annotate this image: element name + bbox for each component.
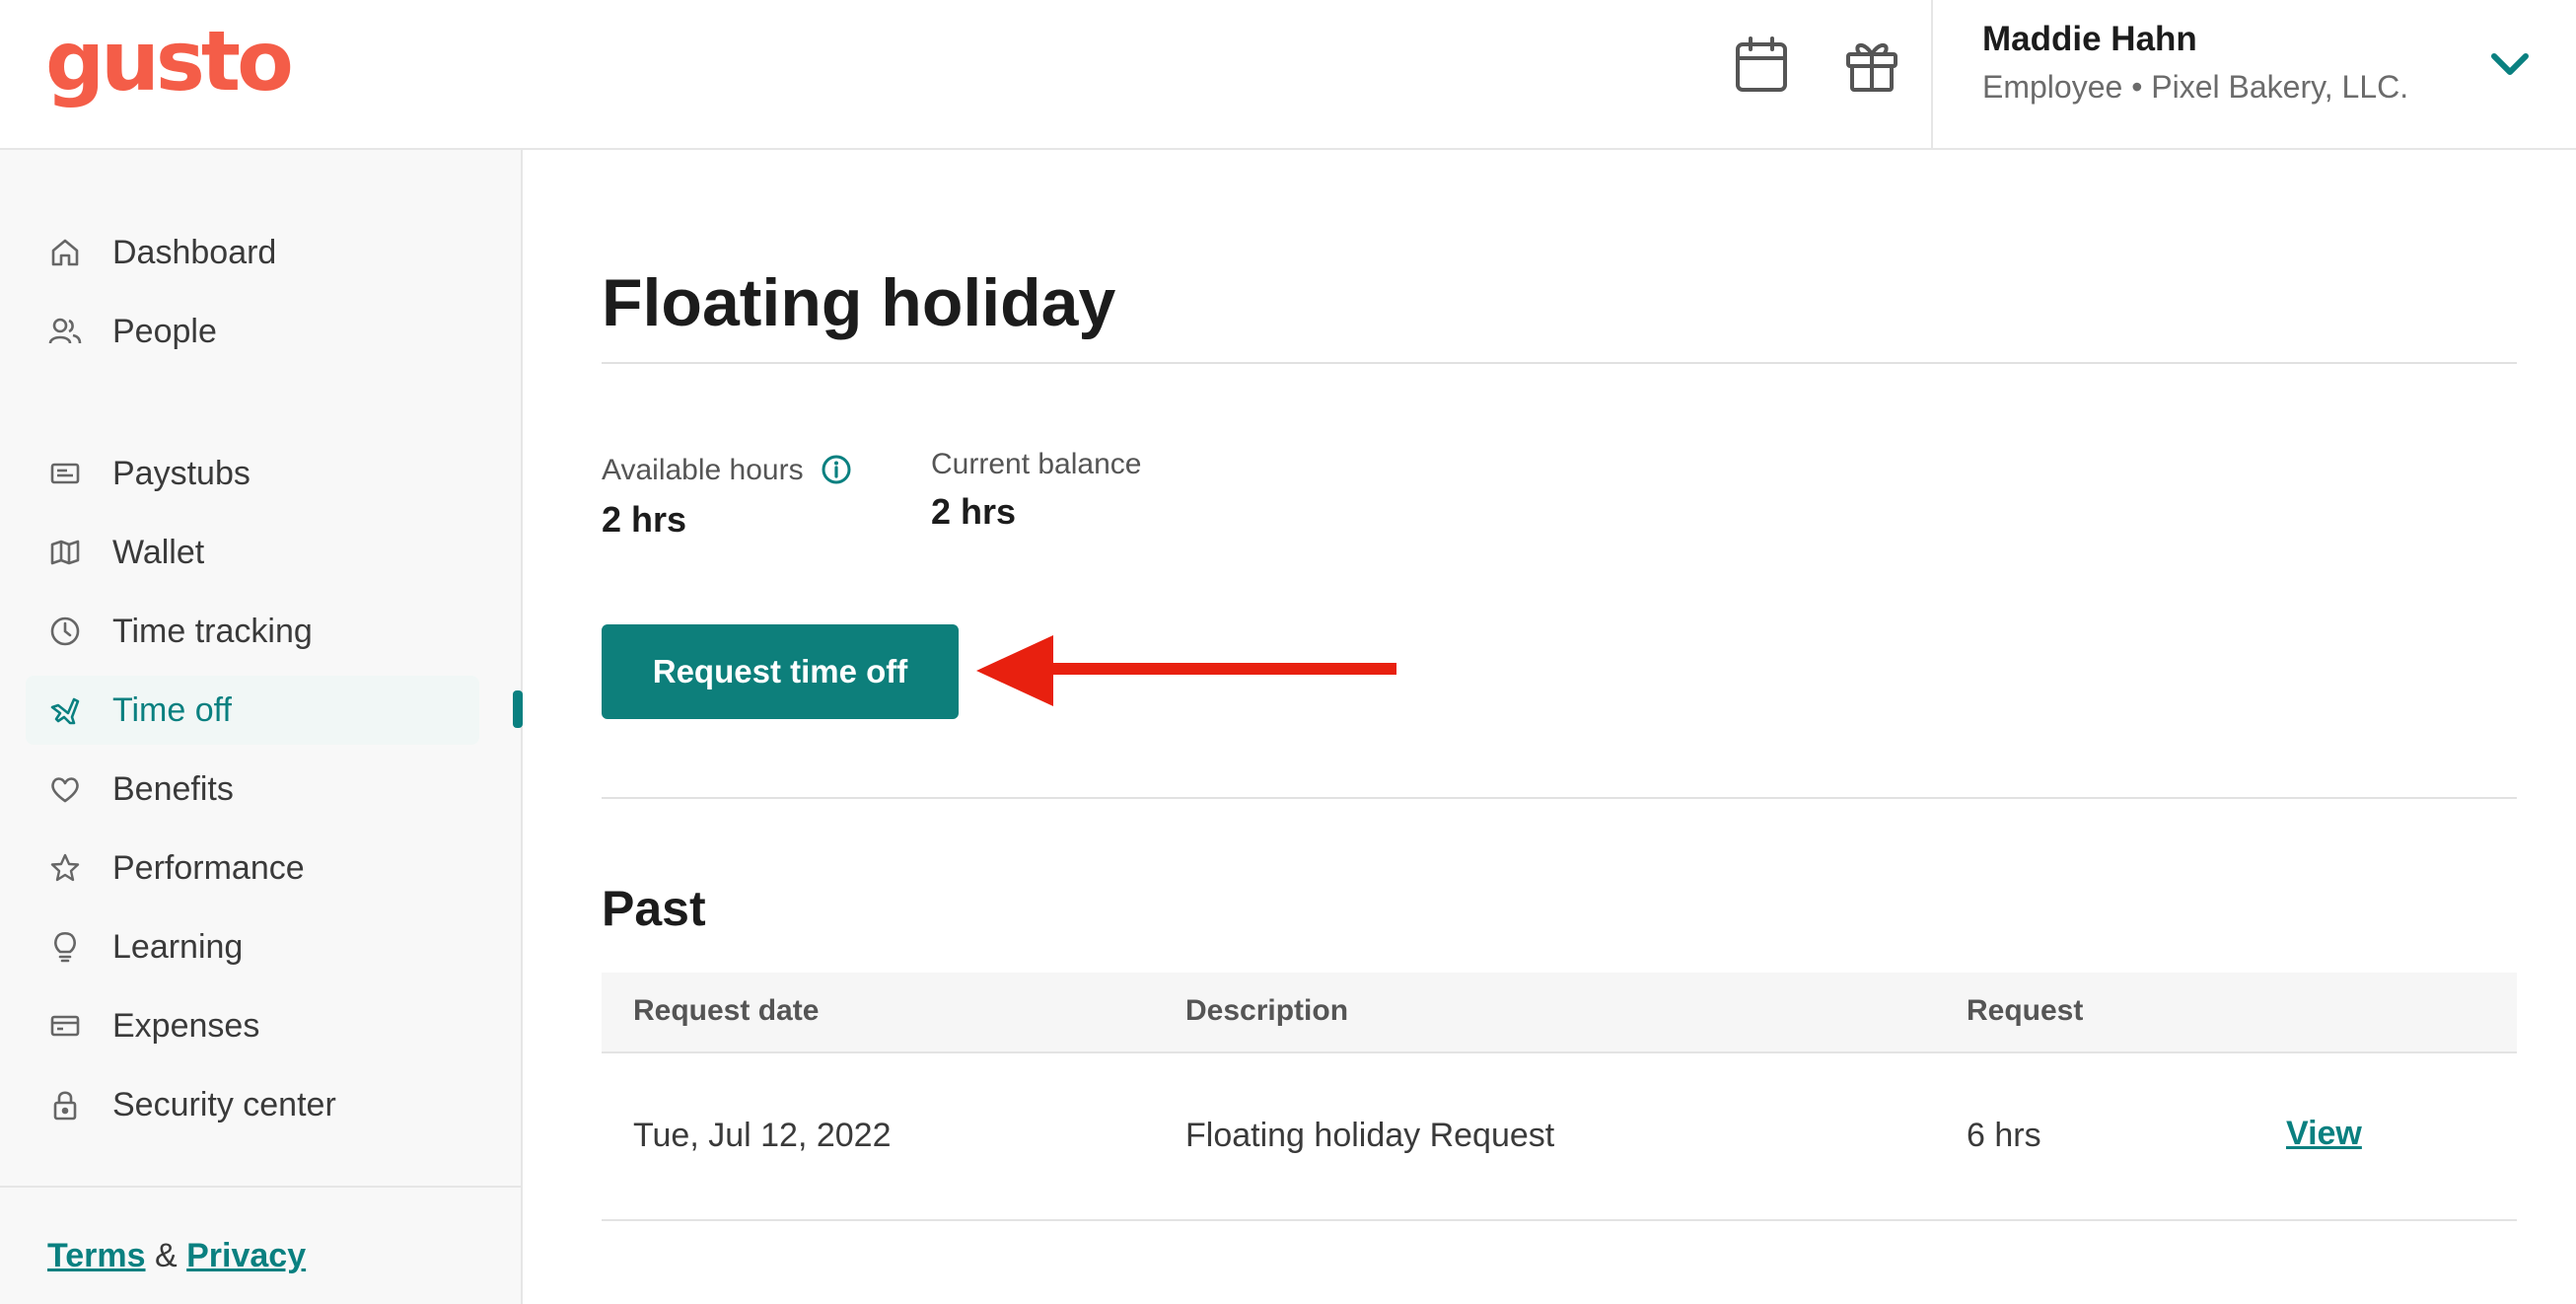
star-icon: [47, 850, 83, 886]
description-cell: Floating holiday Request: [1185, 1117, 1555, 1154]
sidebar-item-label: Learning: [112, 927, 244, 966]
sidebar-item-expenses[interactable]: Expenses: [26, 991, 479, 1060]
section-divider: [602, 797, 2517, 799]
current-balance-label: Current balance: [931, 448, 1142, 480]
privacy-link[interactable]: Privacy: [186, 1237, 306, 1274]
request-hours-cell: 6 hrs: [1967, 1117, 2041, 1154]
terms-link[interactable]: Terms: [47, 1237, 146, 1274]
sidebar-item-label: People: [112, 312, 217, 350]
user-role: Employee • Pixel Bakery, LLC.: [1982, 69, 2409, 105]
sidebar-item-label: Expenses: [112, 1006, 260, 1045]
request-date-cell: Tue, Jul 12, 2022: [633, 1117, 892, 1154]
lightbulb-icon: [47, 929, 83, 965]
sidebar-item-label: Time off: [112, 690, 232, 729]
home-icon: [47, 235, 83, 270]
paystub-icon: [47, 456, 83, 491]
sidebar-item-label: Wallet: [112, 533, 205, 571]
lock-icon: [47, 1087, 83, 1123]
gift-icon[interactable]: [1840, 34, 1903, 97]
airplane-icon: [47, 692, 83, 728]
column-header-description: Description: [1185, 994, 1349, 1027]
annotation-arrow: [976, 635, 1396, 706]
page-title: Floating holiday: [602, 265, 1116, 340]
sidebar-item-security-center[interactable]: Security center: [26, 1070, 479, 1139]
column-header-request: Request: [1967, 994, 2084, 1027]
sidebar-item-performance[interactable]: Performance: [26, 833, 479, 903]
sidebar-item-people[interactable]: People: [26, 297, 479, 366]
active-indicator: [513, 690, 523, 728]
top-header: gusto Maddie Hahn Employee • Pixel Baker…: [0, 0, 2576, 150]
footer-links: Terms & Privacy: [47, 1237, 306, 1275]
sidebar-item-time-tracking[interactable]: Time tracking: [26, 597, 479, 666]
sidebar-item-time-off[interactable]: Time off: [26, 676, 479, 745]
people-icon: [47, 314, 83, 349]
sidebar-item-learning[interactable]: Learning: [26, 912, 479, 981]
chevron-down-icon[interactable]: [2481, 41, 2539, 87]
title-divider: [602, 362, 2517, 364]
sidebar-item-label: Performance: [112, 848, 305, 887]
header-divider: [1931, 0, 1933, 148]
sidebar-item-wallet[interactable]: Wallet: [26, 518, 479, 587]
sidebar-item-label: Dashboard: [112, 233, 277, 271]
sidebar-item-paystubs[interactable]: Paystubs: [26, 439, 479, 508]
credit-card-icon: [47, 1008, 83, 1044]
request-time-off-button[interactable]: Request time off: [602, 624, 959, 719]
info-icon[interactable]: [821, 454, 852, 485]
current-balance-value: 2 hrs: [931, 491, 1017, 532]
available-hours-value: 2 hrs: [602, 499, 687, 540]
past-section-title: Past: [602, 881, 706, 936]
sidebar-item-label: Security center: [112, 1085, 336, 1123]
ampersand: &: [154, 1237, 178, 1274]
table-row: Tue, Jul 12, 2022 Floating holiday Reque…: [602, 1053, 2517, 1221]
wallet-icon: [47, 535, 83, 570]
gusto-logo[interactable]: gusto: [45, 12, 294, 110]
table-header: Request date Description Request: [602, 973, 2517, 1053]
available-hours-label: Available hours: [602, 454, 804, 486]
heart-icon: [47, 771, 83, 807]
calendar-icon[interactable]: [1730, 34, 1793, 97]
sidebar-divider: [0, 1186, 521, 1188]
sidebar-item-label: Benefits: [112, 769, 234, 808]
sidebar-item-dashboard[interactable]: Dashboard: [26, 218, 479, 287]
sidebar-item-label: Paystubs: [112, 454, 250, 492]
sidebar-item-benefits[interactable]: Benefits: [26, 755, 479, 824]
user-name[interactable]: Maddie Hahn: [1982, 20, 2197, 59]
view-link[interactable]: View: [2286, 1115, 2362, 1153]
column-header-request-date: Request date: [633, 994, 820, 1027]
sidebar: Dashboard People Paystubs Wallet Time tr…: [0, 150, 523, 1304]
sidebar-item-label: Time tracking: [112, 612, 313, 650]
clock-icon: [47, 614, 83, 649]
